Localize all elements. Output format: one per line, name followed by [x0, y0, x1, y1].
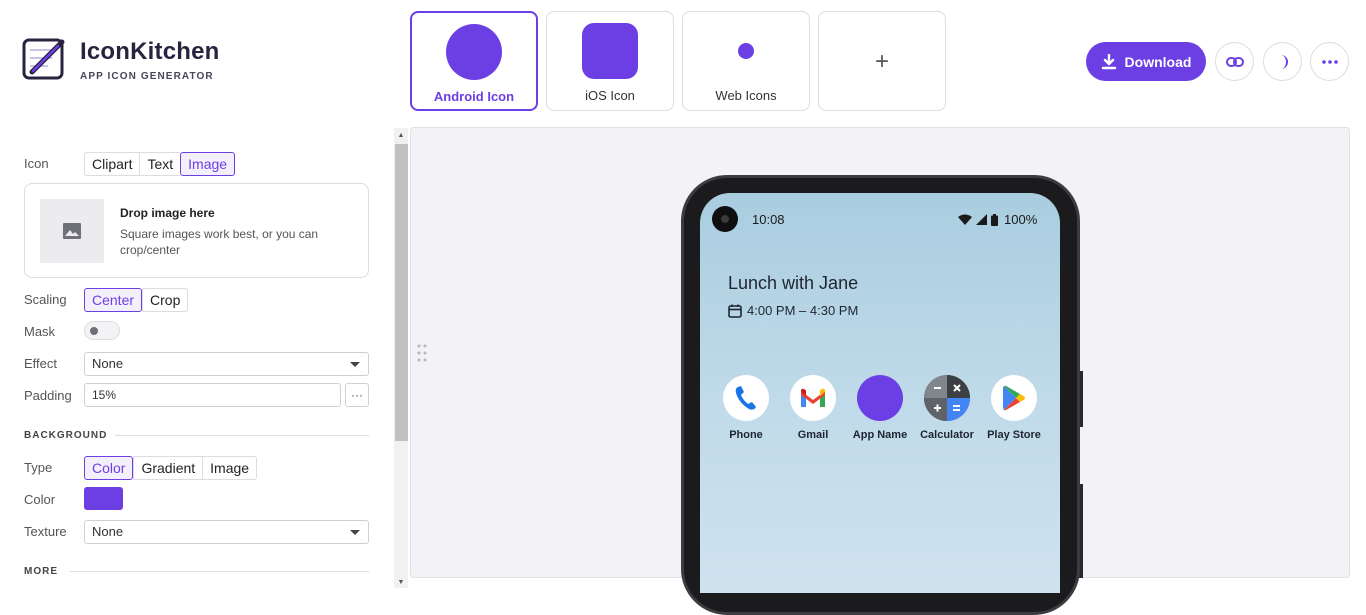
padding-input[interactable]: 15% — [84, 383, 341, 407]
dropzone-description: Square images work best, or you can crop… — [120, 227, 319, 257]
tab-add-target[interactable]: + — [818, 11, 946, 111]
app-label: App Name — [852, 429, 908, 441]
app-label: Play Store — [987, 429, 1041, 441]
battery-icon — [991, 213, 998, 226]
mask-label: Mask — [24, 324, 56, 339]
camera-icon — [712, 206, 738, 232]
download-icon — [1101, 53, 1116, 69]
app-label: Gmail — [797, 429, 829, 441]
theme-toggle-button[interactable] — [1263, 42, 1302, 81]
event-time-row: 4:00 PM – 4:30 PM — [728, 303, 858, 318]
more-dots-icon — [1321, 59, 1338, 64]
moon-icon — [1280, 54, 1288, 69]
signal-icon — [976, 214, 987, 225]
option-bg-image[interactable]: Image — [202, 456, 258, 480]
scroll-up-arrow[interactable]: ▲ — [394, 129, 408, 143]
wifi-icon — [958, 214, 972, 225]
effect-value: None — [92, 356, 124, 371]
effect-select[interactable]: None — [84, 352, 369, 376]
section-divider — [115, 435, 369, 436]
more-heading: MORE — [24, 566, 58, 577]
app-label: Calculator — [920, 429, 974, 441]
image-placeholder-icon — [40, 199, 104, 263]
texture-value: None — [92, 524, 124, 539]
app-play-store[interactable]: Play Store — [979, 375, 1049, 441]
option-clipart[interactable]: Clipart — [84, 152, 140, 176]
texture-select[interactable]: None — [84, 520, 369, 544]
tab-android-icon[interactable]: Android Icon — [410, 11, 538, 111]
background-heading: BACKGROUND — [24, 430, 108, 441]
option-color[interactable]: Color — [84, 456, 134, 480]
tab-label: iOS Icon — [585, 88, 635, 103]
effect-label: Effect — [24, 356, 58, 371]
texture-label: Texture — [24, 524, 67, 539]
dropzone-title: Drop image here — [120, 206, 215, 220]
background-type-segmented: Color Gradient Image — [84, 456, 258, 480]
tab-ios-icon[interactable]: iOS Icon — [546, 11, 674, 111]
app-phone[interactable]: Phone — [711, 375, 781, 441]
status-indicators: 100% — [958, 212, 1037, 227]
icon-source-segmented: Clipart Text Image — [84, 152, 236, 176]
phone-screen: 10:08 100% Lunch with Jane 4:00 PM – 4:3… — [700, 193, 1060, 593]
event-time: 4:00 PM – 4:30 PM — [747, 303, 859, 318]
web-preview-icon — [738, 43, 754, 59]
app-gmail[interactable]: Gmail — [778, 375, 848, 441]
app-generated[interactable]: App Name — [845, 375, 915, 441]
section-divider — [70, 571, 369, 572]
color-label: Color — [24, 492, 56, 507]
icon-source-label: Icon — [24, 156, 49, 171]
app-label: Phone — [729, 429, 763, 441]
option-image[interactable]: Image — [180, 152, 236, 176]
play-store-icon — [991, 375, 1037, 421]
download-button[interactable]: Download — [1086, 42, 1206, 81]
padding-options-button[interactable]: ··· — [345, 383, 369, 407]
tab-label: Web Icons — [715, 88, 777, 103]
phone-icon — [723, 375, 769, 421]
padding-label: Padding — [24, 388, 72, 403]
iconkitchen-logo — [22, 36, 68, 82]
option-crop[interactable]: Crop — [142, 288, 189, 312]
type-label: Type — [24, 460, 53, 475]
ellipsis-icon: ··· — [351, 388, 363, 402]
mask-toggle[interactable] — [84, 321, 120, 340]
event-title: Lunch with Jane — [728, 273, 859, 293]
scaling-segmented: Center Crop — [84, 288, 189, 312]
caret-down-icon — [350, 362, 360, 367]
app-preview-icon — [857, 375, 903, 421]
tab-label: Android Icon — [433, 89, 515, 104]
option-gradient[interactable]: Gradient — [133, 456, 203, 480]
gmail-icon — [790, 375, 836, 421]
plus-icon: + — [874, 48, 889, 75]
copy-link-button[interactable] — [1215, 42, 1254, 81]
link-icon — [1225, 56, 1244, 67]
scaling-label: Scaling — [24, 292, 67, 307]
scrollbar-thumb[interactable] — [395, 144, 408, 441]
android-preview-icon — [446, 24, 502, 80]
option-text[interactable]: Text — [139, 152, 181, 176]
app-calculator[interactable]: Calculator — [912, 375, 982, 441]
status-time: 10:08 — [752, 212, 785, 227]
brand-title: IconKitchen — [80, 38, 220, 65]
more-options-button[interactable] — [1310, 42, 1349, 81]
brand-subtitle: APP ICON GENERATOR — [80, 71, 214, 82]
ios-preview-icon — [582, 23, 638, 79]
toggle-knob — [90, 327, 98, 335]
calendar-icon — [728, 304, 742, 318]
drag-handle-icon[interactable] — [417, 344, 427, 362]
image-dropzone[interactable]: Drop image here Square images work best,… — [24, 183, 369, 278]
download-label: Download — [1124, 53, 1192, 70]
tab-web-icons[interactable]: Web Icons — [682, 11, 810, 111]
caret-down-icon — [350, 530, 360, 535]
option-center[interactable]: Center — [84, 288, 143, 312]
color-swatch[interactable] — [84, 487, 123, 510]
battery-percent: 100% — [1004, 212, 1038, 227]
calculator-icon — [924, 375, 970, 421]
